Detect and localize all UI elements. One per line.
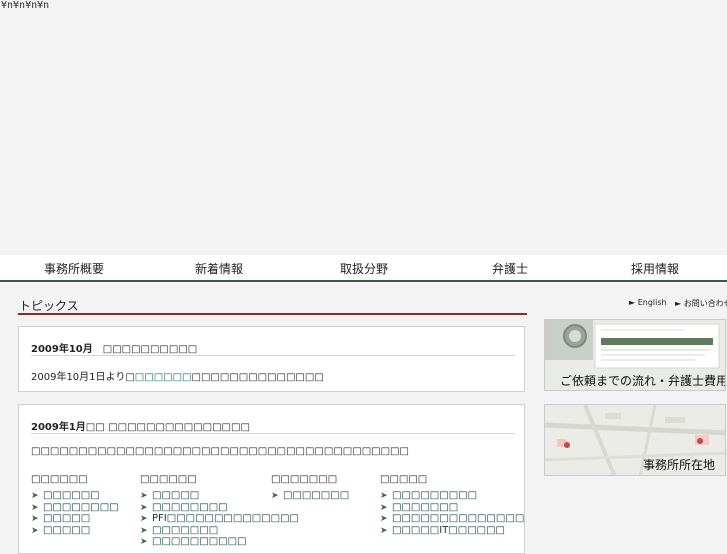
main-nav: 事務所概要 新着情報 取扱分野 弁護士 採用情報 (0, 255, 727, 282)
topic-card-2: 2009年1月□□ □□□□□□□□□□□□□□□ □□□□□□□□□□□□□□… (18, 404, 525, 554)
topic-card-divider (31, 433, 515, 434)
topics-heading: トピックス (19, 299, 79, 313)
nav-item-news[interactable]: 新着情報 (195, 260, 243, 277)
arrow-icon: ➤ (380, 514, 388, 524)
arrow-icon: ➤ (140, 491, 148, 501)
list-item[interactable]: ➤ PFI□□□□□□□□□□□□□□ (140, 513, 299, 525)
column-heading: □□□□□ (380, 474, 428, 485)
arrow-icon: ➤ (271, 491, 279, 501)
topic-card-intro: □□□□□□□□□□□□□□□□□□□□□□□□□□□□□□□□□□□□□□□□ (31, 446, 409, 457)
fees-banner-label: ご依頼までの流れ・弁護士費用 (560, 374, 726, 388)
arrow-icon: ➤ (380, 525, 388, 536)
arrow-icon: ➤ (31, 525, 39, 536)
stray-text: ¥n¥n¥n¥n (1, 0, 50, 11)
topic-card-divider (31, 355, 515, 356)
fees-banner[interactable]: ご依頼までの流れ・弁護士費用 (544, 319, 726, 391)
nav-item-lawyers[interactable]: 弁護士 (492, 260, 528, 277)
arrow-icon: ➤ (31, 514, 39, 524)
arrow-icon: ➤ (31, 491, 39, 501)
column-heading: □□□□□□ (140, 474, 197, 485)
column-list: ➤ □□□□□□□□□ ➤ □□□□□□□ ➤ □□□□□□□□□□□□□□ ➤ □□□… (380, 490, 524, 536)
nav-item-practice-areas[interactable]: 取扱分野 (340, 260, 388, 277)
arrow-icon: ➤ (380, 491, 388, 501)
nav-item-recruit[interactable]: 採用情報 (631, 260, 679, 277)
list-item[interactable]: ➤ □□□□□□□ (140, 525, 299, 537)
column-list: ➤ □□□□□□□ (271, 490, 349, 502)
english-link[interactable]: ► English (629, 298, 667, 307)
list-item[interactable]: ➤ □□□□□□□□□ (380, 490, 524, 502)
list-item[interactable]: ➤ □□□□□□□□ (140, 502, 299, 514)
topic-text-after: □□□□□□□□□□□□□□ (191, 372, 324, 383)
list-item[interactable]: ➤ □□□□□□□ (380, 502, 524, 514)
column-heading: □□□□□□□ (271, 474, 338, 485)
list-item[interactable]: ➤ □□□□□□□□ (31, 502, 119, 514)
list-item[interactable]: ➤ □□□□□□□ (271, 490, 349, 502)
list-item[interactable]: ➤ □□□□□ (31, 525, 119, 537)
topic-card-text: 2009年10月1日より□□□□□□□□□□□□□□□□□□□□□ (31, 368, 324, 383)
column-heading: □□□□□□ (31, 474, 88, 485)
column-list: ➤ □□□□□□ ➤ □□□□□□□□ ➤ □□□□□ ➤ □□□□□ (31, 490, 119, 536)
topic-card-1: 2009年10月 □□□□□□□□□□ 2009年10月1日より□□□□□□□□… (18, 326, 525, 392)
list-item[interactable]: ➤ □□□□□IT□□□□□□ (380, 525, 524, 537)
arrow-icon: ➤ (140, 514, 148, 524)
location-banner-label: 事務所所在地 (643, 458, 716, 472)
topic-card-title: 2009年1月□□ □□□□□□□□□□□□□□□ (31, 422, 250, 433)
nav-item-about[interactable]: 事務所概要 (44, 260, 104, 277)
arrow-icon: ➤ (140, 537, 148, 547)
topic-text-before: 2009年10月1日より□ (31, 372, 135, 383)
location-banner[interactable]: 事務所所在地 (544, 404, 726, 476)
topic-link[interactable]: □□□□□□ (135, 372, 192, 383)
list-item[interactable]: ➤ □□□□□ (31, 513, 119, 525)
topics-divider (18, 313, 527, 315)
list-item[interactable]: ➤ □□□□□□□□□□□□□□ (380, 513, 524, 525)
list-item[interactable]: ➤ □□□□□□ (31, 490, 119, 502)
contact-link[interactable]: ► お問い合わせ (675, 298, 727, 309)
topic-card-title: 2009年10月 □□□□□□□□□□ (31, 344, 198, 355)
list-item[interactable]: ➤ □□□□□□□□□□ (140, 536, 299, 548)
